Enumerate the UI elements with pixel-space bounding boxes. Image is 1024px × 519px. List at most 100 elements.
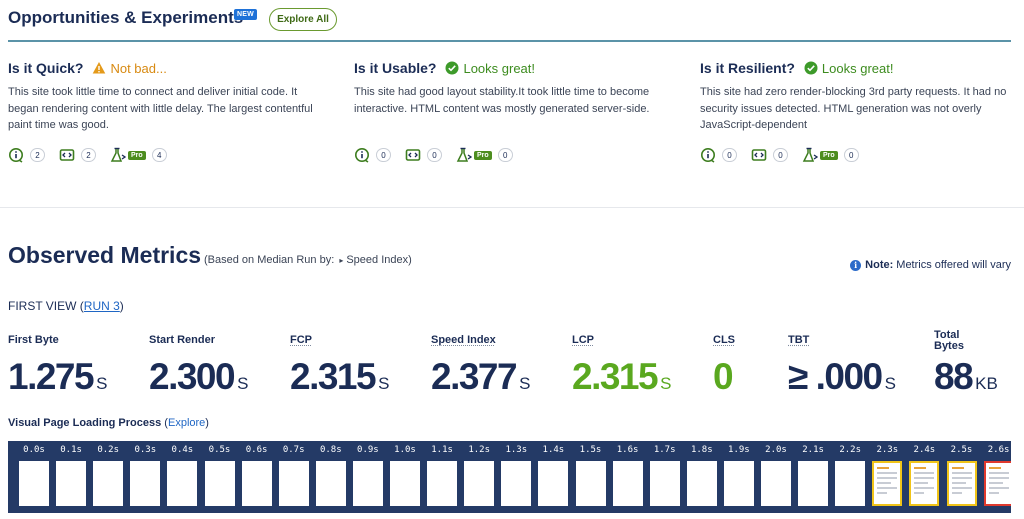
total-bytes-label-line2: Bytes <box>934 340 964 352</box>
subtitle-prefix: (Based on Median Run by: <box>204 254 335 266</box>
frame-time: 1.0s <box>394 445 416 455</box>
frame-time: 0.4s <box>171 445 194 455</box>
metric-value: 2.377 S <box>431 356 530 398</box>
pro-count: 0 <box>843 148 859 162</box>
filmstrip-frame[interactable]: 2.3s <box>869 441 905 513</box>
experiments-count: 0 <box>773 148 788 162</box>
filmstrip-frame[interactable]: 2.5s <box>944 441 980 513</box>
code-experiment-icon[interactable] <box>405 147 421 163</box>
filmstrip-frame[interactable]: 1.5s <box>573 441 609 513</box>
insights-count: 2 <box>30 148 45 162</box>
insight-icon[interactable] <box>700 147 716 163</box>
filmstrip-frame[interactable]: 0.1s <box>53 441 89 513</box>
filmstrip-frame[interactable]: 1.4s <box>535 441 571 513</box>
column-question[interactable]: Is it Resilient? <box>700 60 795 76</box>
metric-label: Start Render <box>149 334 216 346</box>
filmstrip-frame[interactable]: 0.9s <box>350 441 386 513</box>
frame-thumbnail <box>19 461 49 506</box>
filmstrip-frame[interactable]: 0.3s <box>127 441 163 513</box>
frame-time: 2.5s <box>950 445 973 455</box>
filmstrip-frame[interactable]: 1.8s <box>684 441 720 513</box>
check-circle-icon <box>445 61 459 75</box>
flask-icon[interactable] <box>802 147 818 163</box>
run-3-link[interactable]: RUN 3 <box>84 299 120 313</box>
filmstrip-frame[interactable]: 1.3s <box>498 441 534 513</box>
pro-badge: Pro <box>128 150 146 160</box>
filmstrip-frame[interactable]: 1.6s <box>610 441 646 513</box>
insight-icon[interactable] <box>354 147 370 163</box>
visual-loading-label: Visual Page Loading Process (Explore) <box>8 417 209 429</box>
filmstrip-frame[interactable]: 1.7s <box>647 441 683 513</box>
code-experiment-icon[interactable] <box>751 147 767 163</box>
insight-icon[interactable] <box>8 147 24 163</box>
filmstrip-frame[interactable]: 2.0s <box>758 441 794 513</box>
metric-value: 1.275 S <box>8 356 107 398</box>
filmstrip-frame[interactable]: 0.8s <box>313 441 349 513</box>
check-circle-icon <box>804 61 818 75</box>
filmstrip-frame[interactable]: 0.4s <box>164 441 200 513</box>
frame-time: 2.1s <box>802 445 824 455</box>
filmstrip-frame[interactable]: 1.9s <box>721 441 757 513</box>
metric-unit: S <box>884 374 896 393</box>
flask-icon[interactable] <box>456 147 472 163</box>
filmstrip-frame[interactable]: 0.2s <box>90 441 126 513</box>
filmstrip-frame[interactable]: 0.0s <box>16 441 52 513</box>
filmstrip-frame[interactable]: 0.5s <box>202 441 238 513</box>
visual-loading-open: ( <box>161 417 168 429</box>
frame-time: 1.3s <box>505 445 528 455</box>
frame-thumbnail <box>946 461 977 506</box>
frame-time: 2.3s <box>876 445 899 455</box>
frame-time: 1.8s <box>690 445 713 455</box>
filmstrip-frame[interactable]: 2.1s <box>795 441 831 513</box>
column-header: Is it Resilient? Looks great! <box>700 58 1010 78</box>
metric-label: CLS <box>713 334 735 346</box>
filmstrip-frame[interactable]: 2.6s <box>981 441 1011 513</box>
frame-time: 0.0s <box>23 445 45 455</box>
frame-thumbnail <box>909 461 940 506</box>
metric-label: TBT <box>788 334 810 346</box>
median-run-subtitle: (Based on Median Run by: ▸ Speed Index) <box>204 254 412 266</box>
explore-all-button[interactable]: Explore All <box>269 8 337 31</box>
filmstrip-frame[interactable]: 0.7s <box>276 441 312 513</box>
section-divider <box>0 207 1024 208</box>
metric-tbt: TBT ≥ .000 S <box>788 334 896 397</box>
metric-number: 2.315 <box>290 356 377 397</box>
frame-thumbnail <box>538 461 569 506</box>
filmstrip-frame[interactable]: 1.2s <box>461 441 497 513</box>
metric-value: 2.315 S <box>572 356 671 398</box>
metric-number: 1.275 <box>8 356 95 397</box>
filmstrip-frame[interactable]: 1.1s <box>424 441 460 513</box>
metric-value: 0 <box>713 356 735 398</box>
frame-thumbnail <box>130 461 161 506</box>
column-question[interactable]: Is it Quick? <box>8 60 83 76</box>
column-question[interactable]: Is it Usable? <box>354 60 436 76</box>
code-experiment-icon[interactable] <box>59 147 75 163</box>
filmstrip-frame[interactable]: 0.6s <box>239 441 275 513</box>
frame-thumbnail <box>501 461 532 506</box>
first-view-close: ) <box>119 299 124 313</box>
frame-time: 1.1s <box>431 445 453 455</box>
filmstrip[interactable]: 0.0s 0.1s 0.2s 0.3s 0.4s 0.5s 0.6s 0.7s <box>8 441 1011 513</box>
triangle-right-icon: ▸ <box>339 256 344 265</box>
filmstrip-frame[interactable]: 2.4s <box>906 441 942 513</box>
filmstrip-frame[interactable]: 1.0s <box>387 441 423 513</box>
frame-time: 2.6s <box>987 445 1010 455</box>
filmstrip-frame[interactable]: 2.2s <box>832 441 868 513</box>
column-header: Is it Usable? Looks great! <box>354 58 664 78</box>
note-text: Metrics offered will vary <box>896 259 1011 271</box>
note-label: Note: <box>865 259 894 271</box>
metric-value: 2.315 S <box>290 356 389 398</box>
observed-metrics-title: Observed Metrics <box>8 242 202 268</box>
metric-value: 2.300 S <box>149 356 248 398</box>
pro-badge: Pro <box>474 150 492 160</box>
pro-badge: Pro <box>820 150 838 160</box>
metric-cls: CLS 0 <box>713 334 735 397</box>
explore-link[interactable]: Explore <box>168 417 205 429</box>
flask-icon[interactable] <box>110 147 126 163</box>
frame-thumbnail <box>761 461 791 506</box>
metric-label: Speed Index <box>431 334 496 346</box>
insights-count: 0 <box>376 148 391 162</box>
metric-lcp: LCP 2.315 S <box>572 334 671 397</box>
frame-time: 0.6s <box>245 445 268 455</box>
opportunities-title: Opportunities & Experiments <box>8 8 244 27</box>
